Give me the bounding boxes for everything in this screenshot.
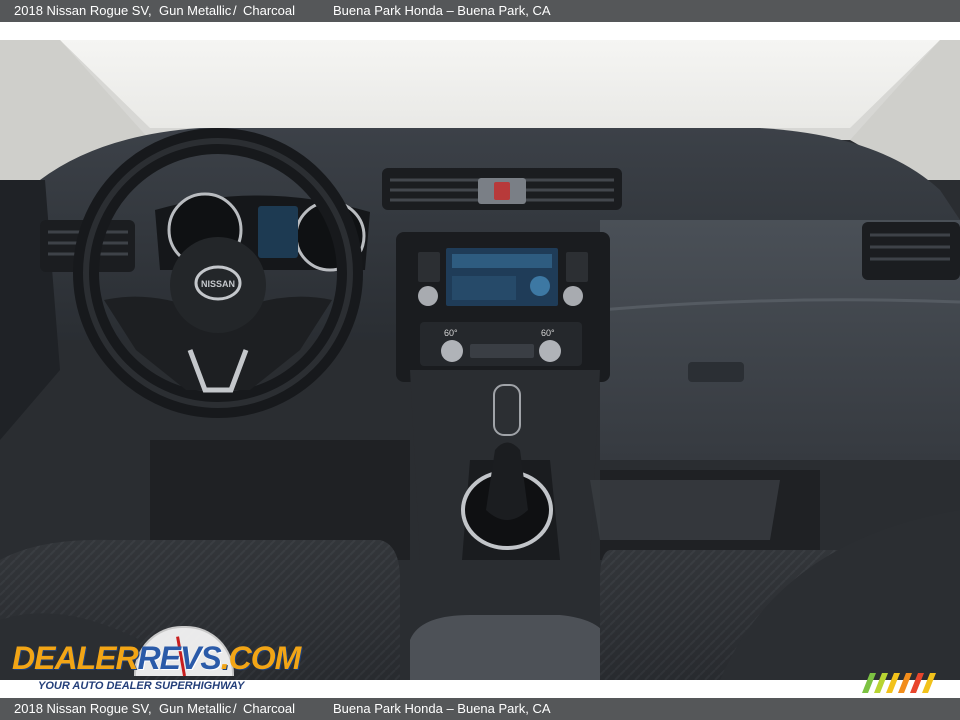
climate-left-temp: 60°	[444, 328, 458, 338]
dealerrevs-watermark: DEALERREVS.COM YOUR AUTO DEALER SUPERHIG…	[12, 624, 301, 694]
exterior-color: Gun Metallic	[159, 3, 232, 18]
color-separator: /	[233, 3, 237, 18]
dealer-location: Buena Park Honda – Buena Park, CA	[333, 3, 551, 18]
vehicle-name: 2018 Nissan Rogue SV,	[14, 3, 152, 18]
caption-bar-bottom: 2018 Nissan Rogue SV, Gun Metallic / Cha…	[0, 698, 960, 720]
vehicle-name-bottom: 2018 Nissan Rogue SV,	[14, 701, 152, 716]
vehicle-interior-photo: 60° 60° NISSAN	[0, 40, 960, 680]
logo-part-dealer: DEALER	[12, 640, 139, 676]
exterior-color-bottom: Gun Metallic	[159, 701, 232, 716]
caption-bar-top: 2018 Nissan Rogue SV, Gun Metallic / Cha…	[0, 0, 960, 22]
dashboard-illustration: 60° 60° NISSAN	[0, 40, 960, 680]
dealerrevs-logo: DEALERREVS.COM	[12, 640, 302, 677]
stripes-logo-icon	[862, 673, 936, 693]
interior-color-bottom: Charcoal	[243, 701, 296, 716]
color-separator-bottom: /	[233, 701, 237, 716]
steering-badge: NISSAN	[201, 279, 235, 289]
dealer-location-bottom: Buena Park Honda – Buena Park, CA	[333, 701, 551, 716]
interior-color: Charcoal	[243, 3, 296, 18]
watermark-tagline: YOUR AUTO DEALER SUPERHIGHWAY	[38, 680, 245, 692]
logo-part-com: .COM	[220, 640, 302, 676]
logo-part-revs: REVS	[137, 640, 222, 676]
climate-right-temp: 60°	[541, 328, 555, 338]
